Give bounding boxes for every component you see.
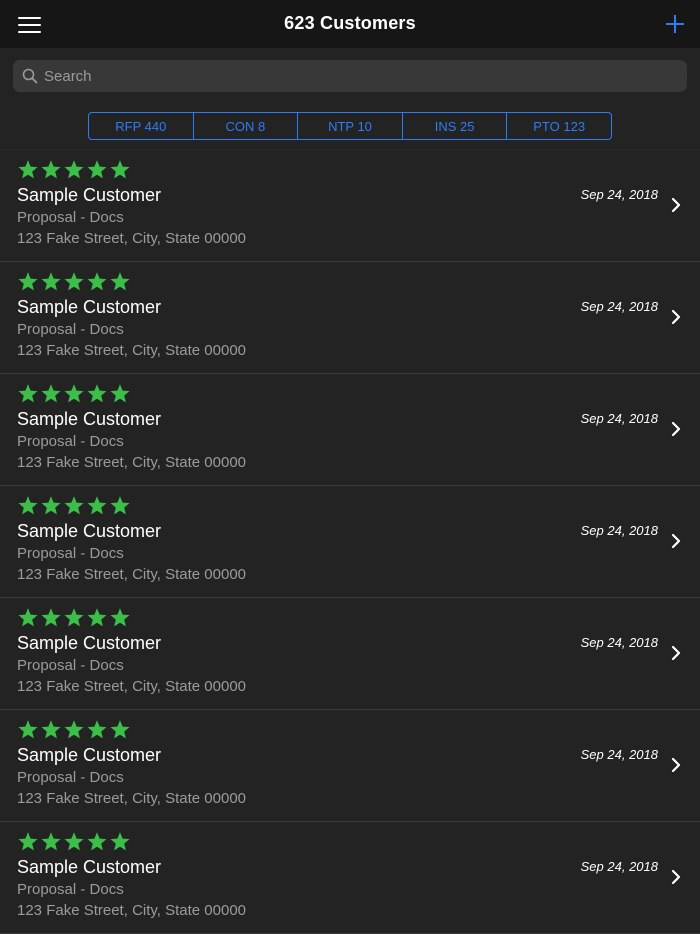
chevron-right-icon[interactable]: [671, 645, 681, 661]
star-icon: [18, 272, 38, 291]
customer-address: 123 Fake Street, City, State 00000: [17, 678, 247, 695]
star-icon: [64, 496, 84, 515]
star-icon: [18, 608, 38, 627]
chevron-right-icon[interactable]: [671, 309, 681, 325]
star-icon: [41, 496, 61, 515]
star-rating: [17, 719, 132, 740]
star-icon: [87, 832, 107, 851]
customer-date: Sep 24, 2018: [580, 859, 658, 874]
filter-segment-ins[interactable]: INS 25: [403, 113, 508, 139]
customer-name: Sample Customer: [17, 857, 162, 877]
customer-row[interactable]: Sample Customer Proposal - Docs 123 Fake S…: [0, 598, 700, 710]
star-rating: [17, 271, 132, 292]
customer-stage: Proposal - Docs: [17, 881, 124, 898]
star-icon: [64, 160, 84, 179]
star-icon: [18, 384, 38, 403]
customer-stage: Proposal - Docs: [17, 769, 124, 786]
star-icon: [110, 496, 130, 515]
customer-address: 123 Fake Street, City, State 00000: [17, 230, 247, 247]
star-icon: [64, 832, 84, 851]
star-rating: [17, 607, 132, 628]
customer-row[interactable]: Sample Customer Proposal - Docs 123 Fake S…: [0, 149, 700, 262]
star-icon: [64, 384, 84, 403]
customer-row[interactable]: Sample Customer Proposal - Docs 123 Fake S…: [0, 822, 700, 934]
star-icon: [110, 720, 130, 739]
customer-row[interactable]: Sample Customer Proposal - Docs 123 Fake S…: [0, 262, 700, 374]
star-icon: [41, 832, 61, 851]
star-icon: [110, 272, 130, 291]
customer-address: 123 Fake Street, City, State 00000: [17, 454, 247, 471]
star-icon: [64, 272, 84, 291]
customer-address: 123 Fake Street, City, State 00000: [17, 902, 247, 919]
search-bar[interactable]: [13, 60, 687, 92]
customer-date: Sep 24, 2018: [580, 635, 658, 650]
star-icon: [64, 720, 84, 739]
customer-row[interactable]: Sample Customer Proposal - Docs 123 Fake S…: [0, 710, 700, 822]
search-input[interactable]: [44, 60, 664, 92]
star-icon: [18, 832, 38, 851]
customer-row[interactable]: Sample Customer Proposal - Docs 123 Fake S…: [0, 486, 700, 598]
customer-stage: Proposal - Docs: [17, 545, 124, 562]
customer-stage: Proposal - Docs: [17, 433, 124, 450]
customer-name: Sample Customer: [17, 633, 162, 653]
add-customer-button[interactable]: [666, 15, 684, 33]
customer-address: 123 Fake Street, City, State 00000: [17, 566, 247, 583]
star-rating: [17, 495, 132, 516]
star-icon: [87, 160, 107, 179]
star-icon: [87, 608, 107, 627]
customer-name: Sample Customer: [17, 409, 162, 429]
star-icon: [41, 720, 61, 739]
star-icon: [87, 384, 107, 403]
customer-date: Sep 24, 2018: [580, 523, 658, 538]
star-icon: [41, 608, 61, 627]
customer-date: Sep 24, 2018: [580, 299, 658, 314]
customer-name: Sample Customer: [17, 745, 162, 765]
customer-name: Sample Customer: [17, 521, 162, 541]
customer-stage: Proposal - Docs: [17, 657, 124, 674]
filter-segment-con[interactable]: CON 8: [194, 113, 299, 139]
customer-stage: Proposal - Docs: [17, 209, 124, 226]
chevron-right-icon[interactable]: [671, 421, 681, 437]
chevron-right-icon[interactable]: [671, 869, 681, 885]
star-rating: [17, 383, 132, 404]
star-icon: [41, 272, 61, 291]
star-icon: [87, 272, 107, 291]
star-icon: [87, 720, 107, 739]
star-icon: [110, 160, 130, 179]
chevron-right-icon[interactable]: [671, 757, 681, 773]
customer-name: Sample Customer: [17, 297, 162, 317]
customer-date: Sep 24, 2018: [580, 747, 658, 762]
customer-date: Sep 24, 2018: [580, 187, 658, 202]
customer-address: 123 Fake Street, City, State 00000: [17, 342, 247, 359]
star-icon: [18, 720, 38, 739]
star-icon: [18, 160, 38, 179]
star-icon: [87, 496, 107, 515]
search-icon: [22, 68, 38, 84]
star-rating: [17, 831, 132, 852]
customer-list: Sample Customer Proposal - Docs 123 Fake S…: [0, 149, 700, 934]
chevron-right-icon[interactable]: [671, 533, 681, 549]
customer-name: Sample Customer: [17, 185, 162, 205]
status-filter-segmented-control: RFP 440 CON 8 NTP 10 INS 25 PTO 123: [88, 112, 612, 140]
star-icon: [64, 608, 84, 627]
star-icon: [110, 608, 130, 627]
star-icon: [41, 160, 61, 179]
customer-address: 123 Fake Street, City, State 00000: [17, 790, 247, 807]
page-title: 623 Customers: [284, 13, 416, 33]
star-icon: [41, 384, 61, 403]
star-icon: [110, 384, 130, 403]
customer-row[interactable]: Sample Customer Proposal - Docs 123 Fake S…: [0, 374, 700, 486]
star-icon: [18, 496, 38, 515]
navigation-bar: 623 Customers: [0, 0, 700, 48]
star-icon: [110, 832, 130, 851]
customer-date: Sep 24, 2018: [580, 411, 658, 426]
star-rating: [17, 159, 132, 180]
filter-segment-rfp[interactable]: RFP 440: [89, 113, 194, 139]
filter-segment-pto[interactable]: PTO 123: [507, 113, 611, 139]
customer-stage: Proposal - Docs: [17, 321, 124, 338]
filter-segment-ntp[interactable]: NTP 10: [298, 113, 403, 139]
chevron-right-icon[interactable]: [671, 197, 681, 213]
